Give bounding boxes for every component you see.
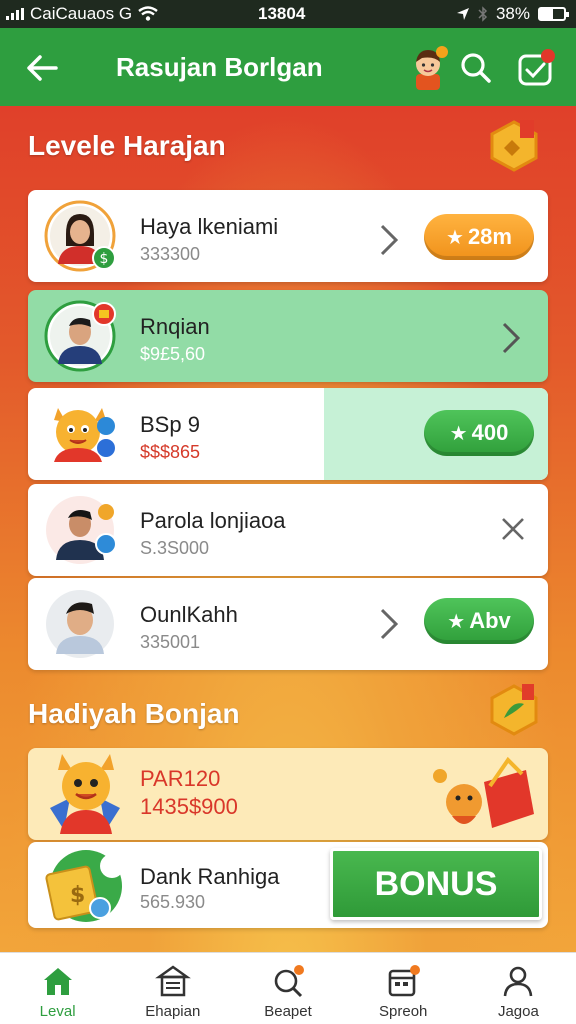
- item-name: BSp 9: [140, 412, 200, 437]
- list-item[interactable]: OunlKahh 335001 ★ Abv: [28, 578, 548, 670]
- gift-badge-icon: [490, 684, 538, 736]
- item-name: OunlKahh: [140, 602, 238, 627]
- item-amount: $$$865: [140, 442, 201, 462]
- home-icon: [43, 968, 72, 995]
- item-name: Haya lkeniami: [140, 214, 279, 239]
- tab-search[interactable]: Beapet: [230, 953, 345, 1024]
- tab-label: Jagoa: [497, 1003, 539, 1020]
- store-icon: [154, 965, 191, 997]
- avatar: [46, 496, 116, 564]
- app-bar: Rasujan Borlgan: [0, 28, 576, 106]
- tab-calendar[interactable]: Spreoh: [346, 953, 461, 1024]
- tab-label: Ehapian: [145, 1003, 201, 1020]
- page-title: Rasujan Borlgan: [116, 52, 323, 82]
- bonus-amount: 565.930: [140, 892, 206, 912]
- tab-label: Leval: [39, 1003, 76, 1020]
- wifi-icon: [138, 6, 158, 21]
- list-item[interactable]: BSp 9 $$$865 ★ 400: [28, 388, 548, 480]
- svg-text:$: $: [70, 883, 85, 908]
- bonus-name: Dank Ranhiga: [140, 864, 280, 889]
- bottom-tab-bar: Leval Ehapian Beapet Spreoh Jagoa: [0, 952, 576, 1024]
- task-check-icon[interactable]: [516, 48, 556, 88]
- chevron-right-icon[interactable]: [376, 606, 402, 642]
- star-icon: ★: [446, 226, 464, 249]
- user-avatar-icon[interactable]: [408, 44, 448, 90]
- pill-label: 400: [471, 420, 509, 445]
- item-name: Parola lonjiaoa: [140, 508, 286, 533]
- signal-icon: [6, 8, 24, 20]
- level-section-title: Levele Harajan: [28, 130, 226, 161]
- cash-icon: $: [45, 850, 124, 922]
- gift-bag-icon: [433, 756, 534, 828]
- trophy-badge-icon: [490, 120, 538, 172]
- tab-label: Spreoh: [379, 1003, 428, 1020]
- reward-pill-button[interactable]: ★ Abv: [424, 598, 534, 644]
- profile-icon: [504, 966, 533, 997]
- item-amount: $9£5,60: [140, 344, 206, 364]
- clock: 13804: [258, 4, 306, 23]
- close-icon[interactable]: [498, 514, 528, 544]
- status-bar: CaiCauaos G 13804 38%: [0, 0, 576, 28]
- star-icon: ★: [449, 422, 468, 445]
- bluetooth-icon: [478, 6, 488, 22]
- reward-title: PAR120: [140, 766, 221, 791]
- item-name: Rnqian: [140, 314, 210, 339]
- pill-label: Abv: [469, 608, 511, 633]
- reward-amount: 1435$900: [140, 794, 238, 819]
- mascot-icon: [54, 408, 115, 462]
- avatar: $: [44, 200, 116, 272]
- chevron-right-icon[interactable]: [498, 320, 524, 356]
- bonus-card[interactable]: $ Dank Ranhiga 565.930 BONUS: [28, 842, 548, 928]
- tab-label: Beapet: [264, 1003, 312, 1020]
- reward-pill-button[interactable]: ★ 28m: [424, 214, 534, 260]
- list-item[interactable]: $ Haya lkeniami 333300 ★ 28m: [28, 190, 548, 282]
- battery-icon: [538, 7, 569, 21]
- reward-pill-button[interactable]: ★ 400: [424, 410, 534, 456]
- tab-store[interactable]: Ehapian: [115, 953, 230, 1024]
- search-icon: [274, 965, 304, 998]
- list-item[interactable]: Rnqian $9£5,60: [28, 290, 548, 382]
- avatar: [46, 590, 114, 658]
- pill-label: 28m: [467, 224, 512, 249]
- chevron-right-icon[interactable]: [376, 222, 402, 258]
- carrier-label: CaiCauaos G: [30, 4, 133, 23]
- list-item[interactable]: Parola lonjiaoa S.3S000: [28, 484, 548, 576]
- tab-profile[interactable]: Jagoa: [461, 953, 576, 1024]
- reward-card[interactable]: PAR120 1435$900: [28, 748, 548, 840]
- bonus-button[interactable]: BONUS: [330, 848, 542, 920]
- tab-level[interactable]: Leval: [0, 953, 115, 1024]
- item-amount: S.3S000: [140, 538, 210, 558]
- item-amount: 335001: [140, 632, 201, 652]
- mascot-icon: [50, 754, 120, 834]
- gift-section-title: Hadiyah Bonjan: [28, 698, 240, 729]
- item-amount: 333300: [140, 244, 201, 264]
- calendar-icon: [388, 965, 421, 997]
- location-icon: [456, 8, 469, 20]
- back-arrow-icon[interactable]: [22, 48, 62, 88]
- avatar: [44, 300, 116, 372]
- star-icon: ★: [447, 610, 466, 633]
- svg-text:$: $: [100, 251, 109, 267]
- search-icon[interactable]: [458, 50, 494, 86]
- battery-percent: 38%: [495, 4, 530, 23]
